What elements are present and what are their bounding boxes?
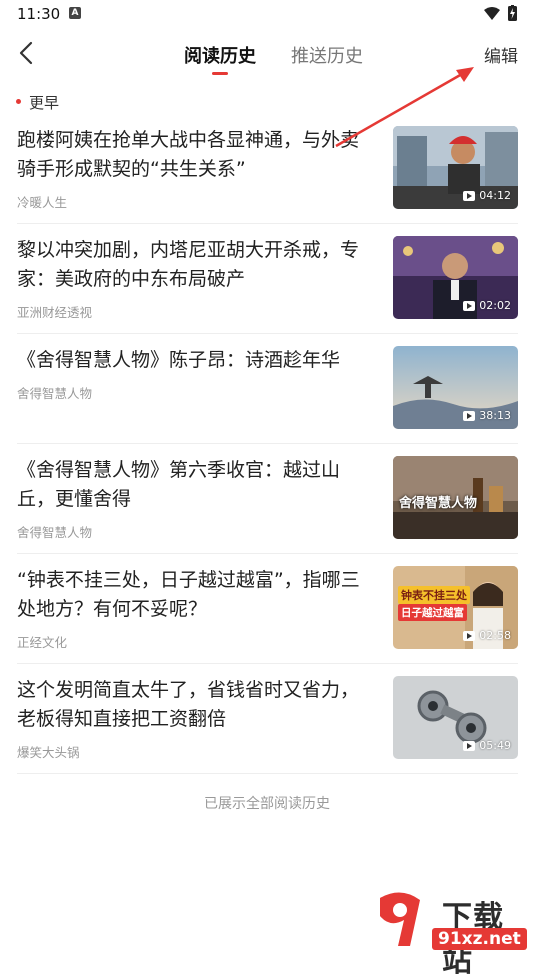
tab-reading-history[interactable]: 阅读历史 <box>184 42 256 68</box>
duration-text: 04:12 <box>479 189 511 202</box>
wifi-icon <box>484 7 500 20</box>
play-icon <box>463 740 476 751</box>
duration-badge: 02:02 <box>463 299 511 312</box>
item-source: 舍得智慧人物 <box>17 525 93 540</box>
item-divider <box>17 663 518 664</box>
item-source: 亚洲财经透视 <box>17 305 93 320</box>
item-source: 爆笑大头锅 <box>17 745 80 760</box>
item-title: 跑楼阿姨在抢单大战中各显神通，与外卖骑手形成默契的“共生关系” <box>17 129 360 180</box>
item-title: “钟表不挂三处，日子越过越富”，指哪三处地方？有何不妥呢？ <box>17 569 360 620</box>
section-label: 更早 <box>29 94 60 112</box>
history-item[interactable]: 黎以冲突加剧，内塔尼亚胡大开杀戒，专家：美政府的中东布局破产 亚洲财经透视 02… <box>17 236 518 346</box>
item-title: 《舍得智慧人物》陈子昂：诗酒趁年华 <box>17 349 341 371</box>
status-bar: 11:30 A <box>0 0 534 30</box>
item-thumbnail: 38:13 <box>393 346 518 429</box>
watermark-logo-icon <box>380 892 420 946</box>
back-arrow-icon[interactable] <box>14 40 40 66</box>
item-divider <box>17 553 518 554</box>
duration-text: 05:49 <box>479 739 511 752</box>
top-header: 阅读历史 推送历史 编辑 <box>0 30 534 78</box>
duration-text: 38:13 <box>479 409 511 422</box>
play-icon <box>463 630 476 641</box>
duration-text: 02:02 <box>479 299 511 312</box>
status-time: 11:30 <box>17 5 61 23</box>
item-source: 舍得智慧人物 <box>17 386 93 401</box>
thumbnail-overlay-text: 舍得智慧人物 <box>399 496 478 511</box>
duration-badge: 05:49 <box>463 739 511 752</box>
duration-badge: 38:13 <box>463 409 511 422</box>
play-icon <box>463 300 476 311</box>
item-divider <box>17 223 518 224</box>
history-item[interactable]: “钟表不挂三处，日子越过越富”，指哪三处地方？有何不妥呢？ 正经文化 钟表不挂三… <box>17 566 518 676</box>
history-item[interactable]: 这个发明简直太牛了，省钱省时又省力，老板得知直接把工资翻倍 爆笑大头锅 05:4… <box>17 676 518 786</box>
all-history-shown-note: 已展示全部阅读历史 <box>204 796 330 812</box>
duration-text: 02:58 <box>479 629 511 642</box>
history-item[interactable]: 《舍得智慧人物》陈子昂：诗酒趁年华 舍得智慧人物 38:13 <box>17 346 518 456</box>
section-earlier: 更早 <box>16 92 59 113</box>
item-source: 正经文化 <box>17 635 68 650</box>
section-dot <box>16 99 21 104</box>
item-title: 这个发明简直太牛了，省钱省时又省力，老板得知直接把工资翻倍 <box>17 679 360 730</box>
item-divider <box>17 333 518 334</box>
item-divider <box>17 773 518 774</box>
item-thumbnail: 05:49 <box>393 676 518 759</box>
play-icon <box>463 410 476 421</box>
duration-badge: 04:12 <box>463 189 511 202</box>
item-title: 黎以冲突加剧，内塔尼亚胡大开杀戒，专家：美政府的中东布局破产 <box>17 239 360 290</box>
battery-icon <box>508 5 517 21</box>
edit-button[interactable]: 编辑 <box>484 42 518 67</box>
history-item[interactable]: 《舍得智慧人物》第六季收官：越过山丘，更懂舍得 舍得智慧人物 舍得智慧人物 <box>17 456 518 566</box>
history-item[interactable]: 跑楼阿姨在抢单大战中各显神通，与外卖骑手形成默契的“共生关系” 冷暖人生 04:… <box>17 126 518 236</box>
play-icon <box>463 190 476 201</box>
tab-push-history[interactable]: 推送历史 <box>291 42 363 68</box>
item-thumbnail: 04:12 <box>393 126 518 209</box>
notification-a-icon: A <box>69 7 81 19</box>
watermark-url: 91xz.net <box>432 928 527 950</box>
item-title: 《舍得智慧人物》第六季收官：越过山丘，更懂舍得 <box>17 459 341 510</box>
active-tab-indicator <box>212 72 228 75</box>
duration-badge: 02:58 <box>463 629 511 642</box>
item-thumbnail: 02:02 <box>393 236 518 319</box>
item-thumbnail: 舍得智慧人物 <box>393 456 518 539</box>
item-thumbnail: 钟表不挂三处 日子越过越富 02:58 <box>393 566 518 649</box>
item-divider <box>17 443 518 444</box>
thumbnail-banner-line1: 钟表不挂三处 <box>398 586 470 604</box>
thumbnail-banner-line2: 日子越过越富 <box>398 604 467 621</box>
item-source: 冷暖人生 <box>17 195 68 210</box>
site-watermark: 下载站 91xz.net <box>370 888 534 979</box>
